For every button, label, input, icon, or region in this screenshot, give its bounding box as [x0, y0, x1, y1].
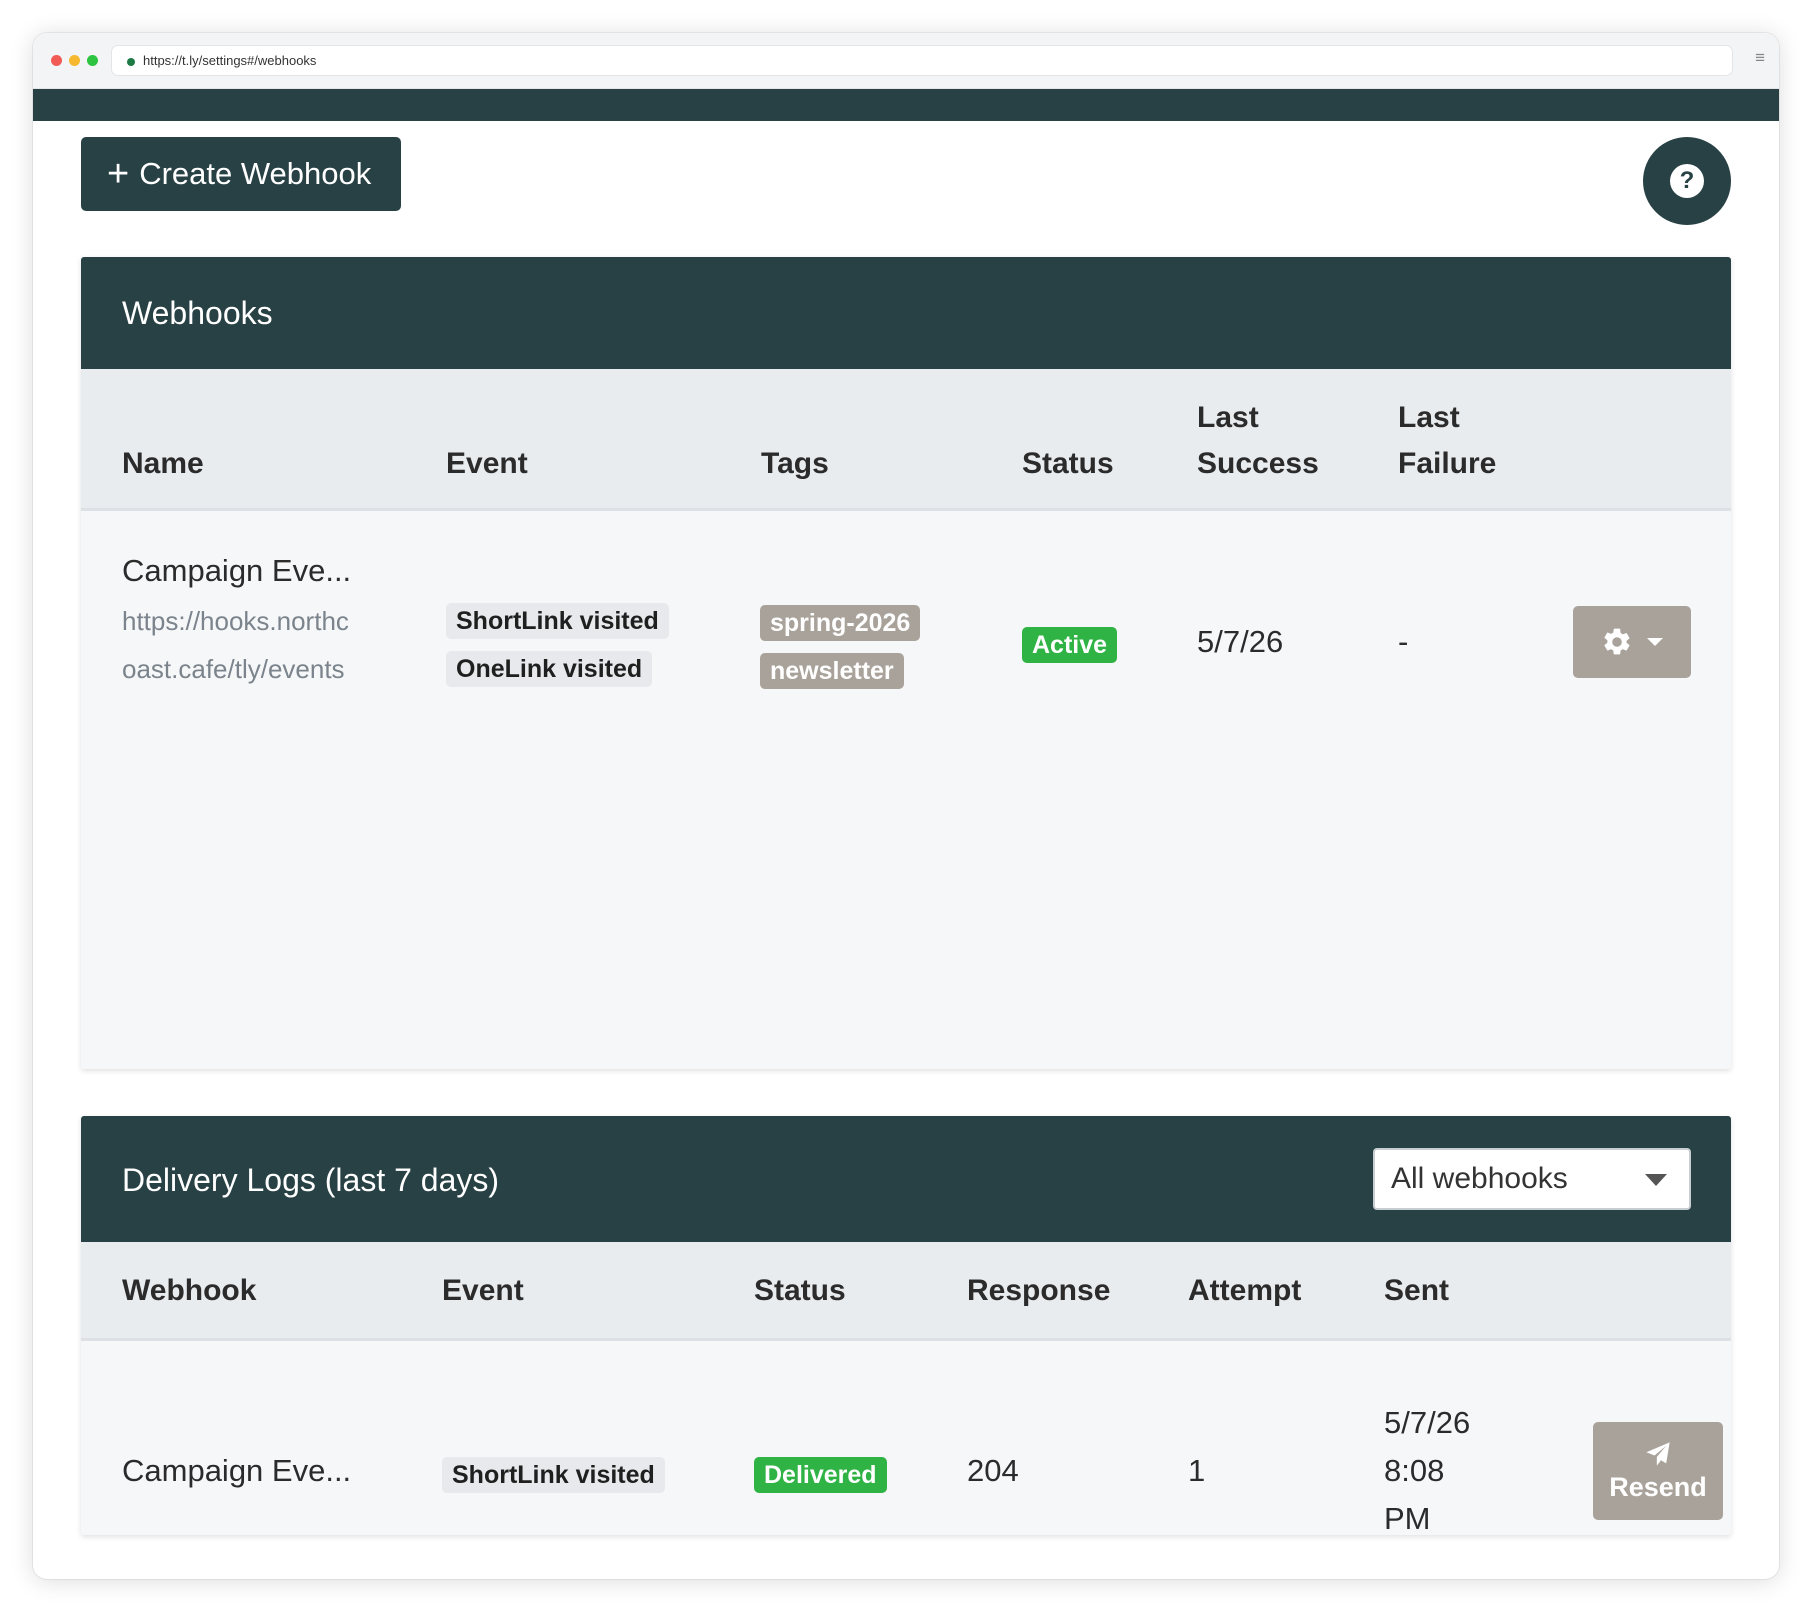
top-navbar	[33, 89, 1779, 121]
attempt-count: 1	[1188, 1453, 1206, 1488]
paper-plane-icon	[1646, 1441, 1670, 1466]
column-header-webhook: Webhook	[122, 1274, 257, 1307]
create-webhook-button[interactable]: + Create Webhook	[81, 137, 401, 211]
webhooks-table-header: Name Event Tags Status Last Success Last…	[81, 369, 1731, 511]
chevron-down-icon	[1647, 638, 1663, 646]
webhooks-card-header: Webhooks	[81, 257, 1731, 369]
log-webhook-name: Campaign Eve...	[122, 1453, 352, 1488]
question-icon: ?	[1670, 164, 1704, 198]
sent-date: 5/7/26	[1384, 1405, 1471, 1440]
webhook-filter-select[interactable]: All webhooks	[1373, 1148, 1691, 1210]
webhook-url-line2: oast.cafe/tly/events	[122, 654, 345, 684]
minimize-window-button[interactable]	[69, 55, 80, 66]
status-badge: Delivered	[754, 1457, 887, 1493]
delivery-logs-card: Delivery Logs (last 7 days) All webhooks…	[81, 1116, 1731, 1535]
column-header-response: Response	[967, 1274, 1111, 1307]
delivery-logs-title: Delivery Logs (last 7 days)	[122, 1162, 500, 1198]
response-code: 204	[967, 1453, 1019, 1488]
help-button[interactable]: ?	[1643, 137, 1731, 225]
resend-label: Resend	[1609, 1471, 1707, 1502]
chevron-down-icon	[1645, 1174, 1667, 1186]
column-header-status: Status	[754, 1274, 846, 1307]
last-failure-value: -	[1398, 624, 1409, 659]
maximize-window-button[interactable]	[87, 55, 98, 66]
sent-time: 8:08	[1384, 1453, 1445, 1488]
address-bar[interactable]: https://t.ly/settings#/webhooks	[111, 45, 1733, 76]
webhook-actions-dropdown[interactable]	[1573, 606, 1691, 678]
column-header-sent: Sent	[1384, 1274, 1450, 1307]
webhook-url-line1: https://hooks.northc	[122, 606, 349, 636]
browser-window: https://t.ly/settings#/webhooks ≡ + Crea…	[33, 33, 1779, 1579]
tag-badge: spring-2026	[760, 605, 921, 641]
webhook-name[interactable]: Campaign Eve...	[122, 547, 351, 595]
browser-chrome: https://t.ly/settings#/webhooks ≡	[33, 33, 1779, 89]
delivery-logs-table-header: Webhook Event Status Response Attempt Se…	[81, 1242, 1731, 1341]
webhook-filter-value: All webhooks	[1391, 1162, 1568, 1195]
gear-icon	[1604, 628, 1630, 655]
column-header-tags: Tags	[761, 447, 829, 480]
status-badge: Active	[1022, 627, 1118, 663]
column-header-attempt: Attempt	[1188, 1274, 1302, 1307]
event-badge: ShortLink visited	[442, 1457, 665, 1493]
column-header-last-success-line1: Last	[1197, 401, 1259, 434]
event-badge: ShortLink visited	[446, 603, 669, 639]
column-header-status: Status	[1022, 447, 1114, 480]
webhooks-card: Webhooks Name Event Tags Status Last Suc…	[81, 257, 1731, 1069]
column-header-name: Name	[122, 447, 204, 480]
column-header-event: Event	[442, 1274, 524, 1307]
url-text: https://t.ly/settings#/webhooks	[143, 53, 317, 68]
webhooks-title: Webhooks	[122, 295, 273, 331]
column-header-last-failure-line2: Failure	[1398, 447, 1497, 480]
sent-ampm: PM	[1384, 1501, 1431, 1535]
last-success-value: 5/7/26	[1197, 624, 1284, 659]
browser-menu-icon[interactable]: ≡	[1755, 49, 1765, 66]
column-header-event: Event	[446, 447, 528, 480]
resend-button[interactable]: Resend	[1593, 1422, 1723, 1520]
column-header-last-success-line2: Success	[1197, 447, 1319, 480]
event-badge: OneLink visited	[446, 651, 653, 687]
create-webhook-label: Create Webhook	[139, 156, 372, 191]
close-window-button[interactable]	[51, 55, 62, 66]
secure-indicator-icon	[127, 58, 135, 66]
plus-icon: +	[107, 153, 130, 195]
tag-badge: newsletter	[760, 653, 904, 689]
column-header-last-failure-line1: Last	[1398, 401, 1460, 434]
delivery-logs-header: Delivery Logs (last 7 days) All webhooks	[81, 1116, 1731, 1242]
